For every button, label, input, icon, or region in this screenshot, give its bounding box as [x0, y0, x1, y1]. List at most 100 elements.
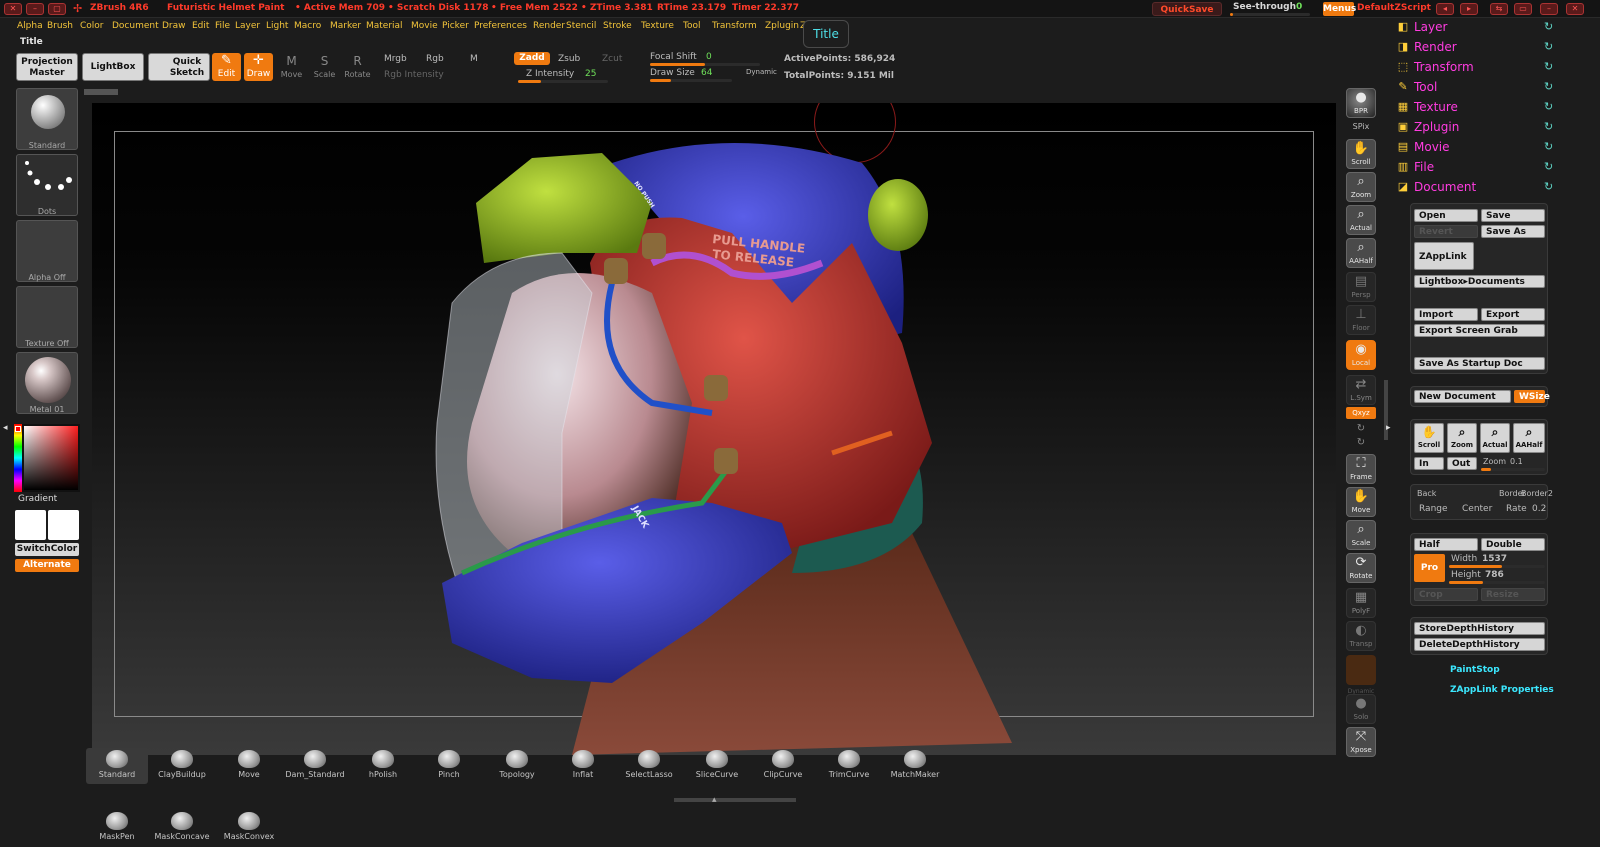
menu-texture[interactable]: Texture [641, 21, 674, 31]
zcut-toggle[interactable]: Zcut [602, 54, 622, 64]
local-button[interactable]: ◉ Local [1346, 340, 1376, 370]
store-depth-history-button[interactable]: StoreDepthHistory [1414, 622, 1545, 635]
wsize-button[interactable]: WSize [1514, 390, 1550, 403]
persp-button[interactable]: ▤ Persp [1346, 272, 1376, 302]
zoom-out-button[interactable]: Out [1447, 457, 1477, 470]
quick-sketch-button[interactable]: Quick Sketch [148, 53, 210, 81]
xpose-button[interactable]: ⤧ Xpose [1346, 727, 1376, 757]
menu-brush[interactable]: Brush [47, 21, 73, 31]
brush-trimcurve[interactable]: TrimCurve [818, 748, 880, 784]
transp-button[interactable]: ◐ Transp [1346, 621, 1376, 651]
polyf-button[interactable]: ▦ PolyF [1346, 588, 1376, 618]
brush-maskconvex[interactable]: MaskConvex [218, 810, 280, 846]
range-slider[interactable]: Range [1419, 504, 1448, 514]
zoom-button[interactable]: ⌕ Zoom [1346, 172, 1376, 202]
palette-refresh-icon[interactable]: ↻ [1544, 160, 1553, 173]
aahalf-button[interactable]: ⌕ AAHalf [1346, 238, 1376, 268]
dynamic-toggle[interactable]: Dynamic [746, 68, 777, 76]
doc-aahalf-button[interactable]: ⌕ AAHalf [1513, 423, 1545, 453]
crop-button[interactable]: Crop [1414, 588, 1478, 601]
quicksave-button[interactable]: QuickSave [1152, 2, 1222, 16]
menu-layer[interactable]: Layer [235, 21, 260, 31]
zoom-slider[interactable] [1481, 468, 1545, 471]
pro-toggle[interactable]: Pro [1414, 554, 1445, 582]
brush-slicecurve[interactable]: SliceCurve [686, 748, 748, 784]
brush-standard[interactable]: Standard [86, 748, 148, 784]
menu-picker[interactable]: Picker [442, 21, 469, 31]
nav-left-icon[interactable]: ◂ [1436, 3, 1454, 15]
brush-thumbnail[interactable]: Standard [16, 88, 78, 150]
projection-master-button[interactable]: Projection Master [16, 53, 78, 81]
scroll-button[interactable]: ✋ Scroll [1346, 139, 1376, 169]
palette-transform[interactable]: ⬚ Transform ↻ [1396, 59, 1596, 77]
brush-maskpen[interactable]: MaskPen [86, 810, 148, 846]
draw-button[interactable]: ✛ Draw [244, 53, 273, 81]
brush-matchmaker[interactable]: MatchMaker [884, 748, 946, 784]
move-view-button[interactable]: ✋ Move [1346, 487, 1376, 517]
shelf-handle[interactable] [84, 89, 118, 95]
draw-size-slider[interactable] [650, 79, 732, 82]
brush-inflat[interactable]: Inflat [552, 748, 614, 784]
rotate-view-button[interactable]: ⟳ Rotate [1346, 553, 1376, 583]
nav-right-icon[interactable]: ▸ [1460, 3, 1478, 15]
brush-topology[interactable]: Topology [486, 748, 548, 784]
layout-icon[interactable]: ⇆ [1490, 3, 1508, 15]
lightbox-documents-button[interactable]: Lightbox▸Documents [1414, 275, 1545, 288]
menu-light[interactable]: Light [266, 21, 288, 31]
menu-macro[interactable]: Macro [294, 21, 321, 31]
new-document-button[interactable]: New Document [1414, 390, 1511, 403]
delete-depth-history-button[interactable]: DeleteDepthHistory [1414, 638, 1545, 651]
export-button[interactable]: Export [1481, 308, 1545, 321]
menu-color[interactable]: Color [80, 21, 104, 31]
move-button[interactable]: M Move [277, 53, 306, 81]
mrgb-toggle[interactable]: Mrgb [384, 54, 407, 64]
see-through-slider[interactable] [1230, 13, 1310, 16]
half-button[interactable]: Half [1414, 538, 1478, 551]
height-slider[interactable] [1449, 581, 1545, 584]
menu-transform[interactable]: Transform [712, 21, 757, 31]
bpr-button[interactable]: ● BPR [1346, 88, 1376, 118]
stroke-thumbnail[interactable]: Dots [16, 154, 78, 216]
back-color-label[interactable]: Back [1417, 489, 1436, 498]
zapplink-properties-link[interactable]: ZAppLink Properties [1450, 685, 1554, 695]
zoom-in-button[interactable]: In [1414, 457, 1444, 470]
palette-refresh-icon[interactable]: ↻ [1544, 80, 1553, 93]
palette-refresh-icon[interactable]: ↻ [1544, 20, 1553, 33]
m-toggle[interactable]: M [470, 54, 478, 64]
menu-movie[interactable]: Movie [411, 21, 438, 31]
menu-render[interactable]: Render [533, 21, 565, 31]
double-button[interactable]: Double [1481, 538, 1545, 551]
brush-dam-standard[interactable]: Dam_Standard [284, 748, 346, 784]
resize-button[interactable]: Resize [1481, 588, 1545, 601]
zsub-toggle[interactable]: Zsub [558, 54, 580, 64]
menus-toggle[interactable]: Menus [1323, 2, 1356, 16]
save-as-button[interactable]: Save As [1481, 225, 1545, 238]
save-button[interactable]: Save [1481, 209, 1545, 222]
material-thumbnail[interactable]: Metal 01 [16, 352, 78, 414]
rotate-button[interactable]: R Rotate [343, 53, 372, 81]
right-collapse-arrow-icon[interactable]: ▸ [1386, 423, 1391, 433]
brush-move[interactable]: Move [218, 748, 280, 784]
ghost-button[interactable] [1346, 655, 1376, 685]
import-button[interactable]: Import [1414, 308, 1478, 321]
scale-view-button[interactable]: ⌕ Scale [1346, 520, 1376, 550]
palette-movie[interactable]: ▤ Movie ↻ [1396, 139, 1596, 157]
palette-render[interactable]: ◨ Render ↻ [1396, 39, 1596, 57]
menu-draw[interactable]: Draw [162, 21, 186, 31]
menu-stroke[interactable]: Stroke [603, 21, 632, 31]
menu-edit[interactable]: Edit [192, 21, 209, 31]
xyz-toggle[interactable]: Qxyz [1346, 407, 1376, 419]
palette-refresh-icon[interactable]: ↻ [1544, 140, 1553, 153]
menu-material[interactable]: Material [366, 21, 403, 31]
left-collapse-arrow-icon[interactable]: ◂ [3, 423, 9, 437]
focal-shift-slider[interactable] [650, 63, 760, 66]
main-color-swatch[interactable] [15, 510, 46, 540]
texture-thumbnail[interactable]: Texture Off [16, 286, 78, 348]
window-min-icon[interactable]: – [1540, 3, 1558, 15]
lsym-button[interactable]: ⇄ L.Sym [1346, 375, 1376, 405]
restore-icon[interactable]: ▭ [1514, 3, 1532, 15]
window-close-icon[interactable]: ✕ [1566, 3, 1584, 15]
menu-file[interactable]: File [215, 21, 230, 31]
palette-refresh-icon[interactable]: ↻ [1544, 120, 1553, 133]
center-slider[interactable]: Center [1462, 504, 1492, 514]
